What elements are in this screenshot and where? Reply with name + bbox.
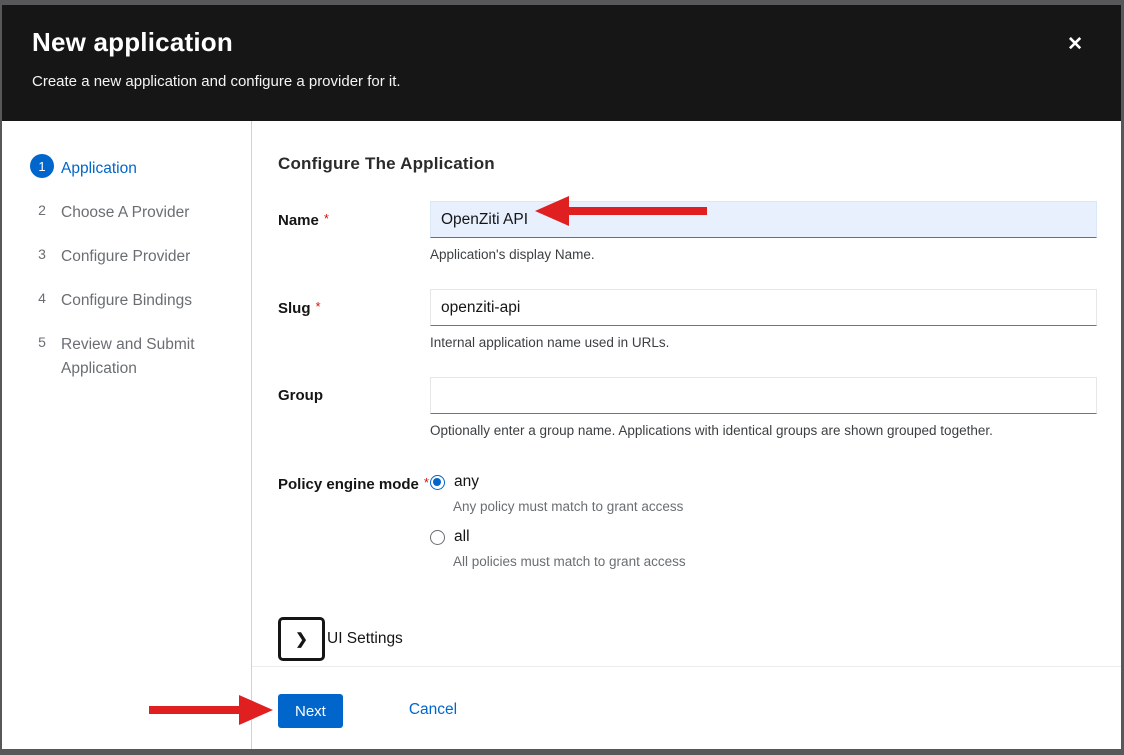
required-asterisk: *: [324, 211, 329, 226]
form-heading: Configure The Application: [278, 154, 1097, 174]
screenshot-frame: New application Create a new application…: [0, 0, 1124, 755]
wizard-step-configure-provider[interactable]: 3 Configure Provider: [30, 242, 239, 269]
modal-body: 1 Application 2 Choose A Provider 3 Conf…: [2, 121, 1121, 749]
next-button[interactable]: Next: [278, 694, 343, 728]
step-label: Configure Provider: [61, 242, 190, 269]
radio-any-label: any: [454, 473, 479, 491]
step-number: 2: [30, 198, 54, 222]
radio-any-help: Any policy must match to grant access: [453, 499, 1097, 514]
wizard-steps-sidebar: 1 Application 2 Choose A Provider 3 Conf…: [2, 121, 252, 749]
required-asterisk: *: [316, 299, 321, 314]
application-form: Configure The Application Name* Applicat…: [252, 121, 1121, 666]
policy-engine-mode-row: Policy engine mode* any Any policy must …: [278, 465, 1097, 583]
slug-field-row: Slug* Internal application name used in …: [278, 289, 1097, 350]
wizard-footer: Next Cancel: [252, 667, 1121, 749]
slug-help-text: Internal application name used in URLs.: [430, 335, 1097, 350]
group-field-row: Group Optionally enter a group name. App…: [278, 377, 1097, 438]
close-icon[interactable]: ✕: [1067, 35, 1083, 54]
slug-input[interactable]: [430, 289, 1097, 326]
wizard-step-choose-provider[interactable]: 2 Choose A Provider: [30, 198, 239, 225]
wizard-step-review-submit[interactable]: 5 Review and Submit Application: [30, 330, 239, 381]
slug-label: Slug*: [278, 289, 430, 350]
radio-all[interactable]: all: [430, 528, 1097, 546]
step-number-badge: 1: [30, 154, 54, 178]
radio-all-help: All policies must match to grant access: [453, 554, 1097, 569]
wizard-main-panel: Configure The Application Name* Applicat…: [252, 121, 1121, 749]
new-application-modal: New application Create a new application…: [2, 5, 1121, 749]
modal-subtitle: Create a new application and configure a…: [32, 73, 1089, 90]
group-label: Group: [278, 377, 430, 438]
policy-engine-mode-label: Policy engine mode*: [278, 465, 430, 583]
step-number: 4: [30, 286, 54, 310]
ui-settings-label: UI Settings: [327, 630, 403, 648]
step-number: 5: [30, 330, 54, 354]
wizard-step-application[interactable]: 1 Application: [30, 154, 239, 181]
radio-selected-icon[interactable]: [430, 475, 445, 490]
step-label: Application: [61, 154, 137, 181]
step-label: Review and Submit Application: [61, 330, 216, 381]
radio-all-label: all: [454, 528, 470, 546]
group-input[interactable]: [430, 377, 1097, 414]
name-field-row: Name* Application's display Name.: [278, 201, 1097, 262]
step-label: Configure Bindings: [61, 286, 192, 313]
name-help-text: Application's display Name.: [430, 247, 1097, 262]
wizard-step-configure-bindings[interactable]: 4 Configure Bindings: [30, 286, 239, 313]
group-help-text: Optionally enter a group name. Applicati…: [430, 423, 1097, 438]
ui-settings-expander: ❯ UI Settings: [278, 617, 1097, 661]
radio-any[interactable]: any: [430, 473, 1097, 491]
step-label: Choose A Provider: [61, 198, 189, 225]
required-asterisk: *: [424, 475, 429, 490]
modal-header: New application Create a new application…: [2, 5, 1121, 121]
chevron-right-icon[interactable]: ❯: [278, 617, 325, 661]
modal-title: New application: [32, 27, 1089, 58]
name-input[interactable]: [430, 201, 1097, 238]
cancel-link[interactable]: Cancel: [409, 694, 457, 719]
name-label: Name*: [278, 201, 430, 262]
step-number: 3: [30, 242, 54, 266]
radio-unselected-icon[interactable]: [430, 530, 445, 545]
